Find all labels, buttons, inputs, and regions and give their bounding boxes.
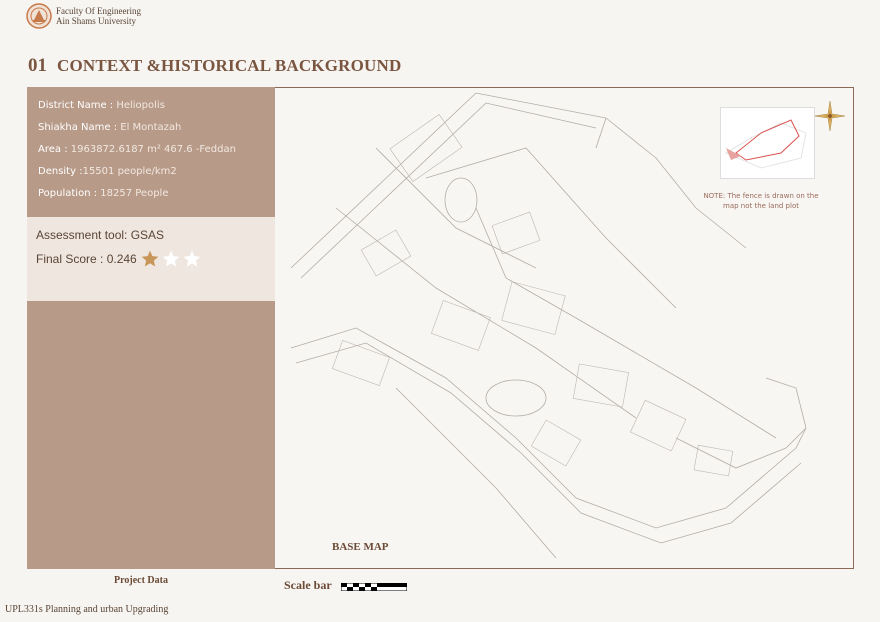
section-heading: 01 CONTEXT &HISTORICAL BACKGROUND (28, 55, 402, 77)
district-label: District Name : (38, 100, 117, 111)
shiakha-label: Shiakha Name : (38, 122, 121, 133)
university-logo-icon (26, 3, 52, 29)
location-inset-map (720, 107, 815, 179)
scale-bar (341, 583, 407, 591)
star-icon (183, 250, 201, 267)
area-label: Area : (38, 144, 71, 155)
assessment-tool: Assessment tool: GSAS (36, 228, 165, 242)
fence-note: NOTE: The fence is drawn on the map not … (703, 192, 819, 210)
course-footer: UPL331s Planning and urban Upgrading (5, 604, 169, 615)
area-row: Area : 1963872.6187 m² 467.6 -Feddan (38, 144, 236, 166)
population-label: Population : (38, 188, 101, 199)
district-info: District Name : Heliopolis Shiakha Name … (38, 100, 236, 210)
scale-bar-label: Scale bar (284, 578, 332, 592)
star-icon (141, 250, 159, 267)
assessment-box: Assessment tool: GSAS Final Score : 0.24… (27, 217, 275, 301)
faculty-header: Faculty Of Engineering Ain Shams Univers… (26, 3, 141, 29)
density-label: Density : (38, 166, 83, 177)
population-value: 18257 People (100, 188, 169, 199)
star-icon (162, 250, 180, 267)
density-value: 15501 people/km2 (82, 166, 177, 177)
north-compass-icon (814, 100, 846, 132)
area-value: 1963872.6187 m² 467.6 -Feddan (70, 144, 236, 155)
star-rating (140, 249, 202, 269)
density-row: Density :15501 people/km2 (38, 166, 236, 188)
section-title: CONTEXT &HISTORICAL BACKGROUND (57, 56, 402, 75)
university-line: Ain Shams University (56, 16, 136, 26)
project-data-caption: Project Data (114, 575, 168, 586)
shiakha-row: Shiakha Name : El Montazah (38, 122, 236, 144)
population-row: Population : 18257 People (38, 188, 236, 210)
district-row: District Name : Heliopolis (38, 100, 236, 122)
base-map-label: BASE MAP (332, 541, 389, 553)
final-score: Final Score : 0.246 (36, 252, 137, 266)
faculty-name: Faculty Of Engineering Ain Shams Univers… (56, 6, 141, 26)
shiakha-value: El Montazah (120, 122, 182, 133)
section-number: 01 (28, 55, 47, 76)
faculty-line: Faculty Of Engineering (56, 6, 141, 16)
district-value: Heliopolis (116, 100, 165, 111)
